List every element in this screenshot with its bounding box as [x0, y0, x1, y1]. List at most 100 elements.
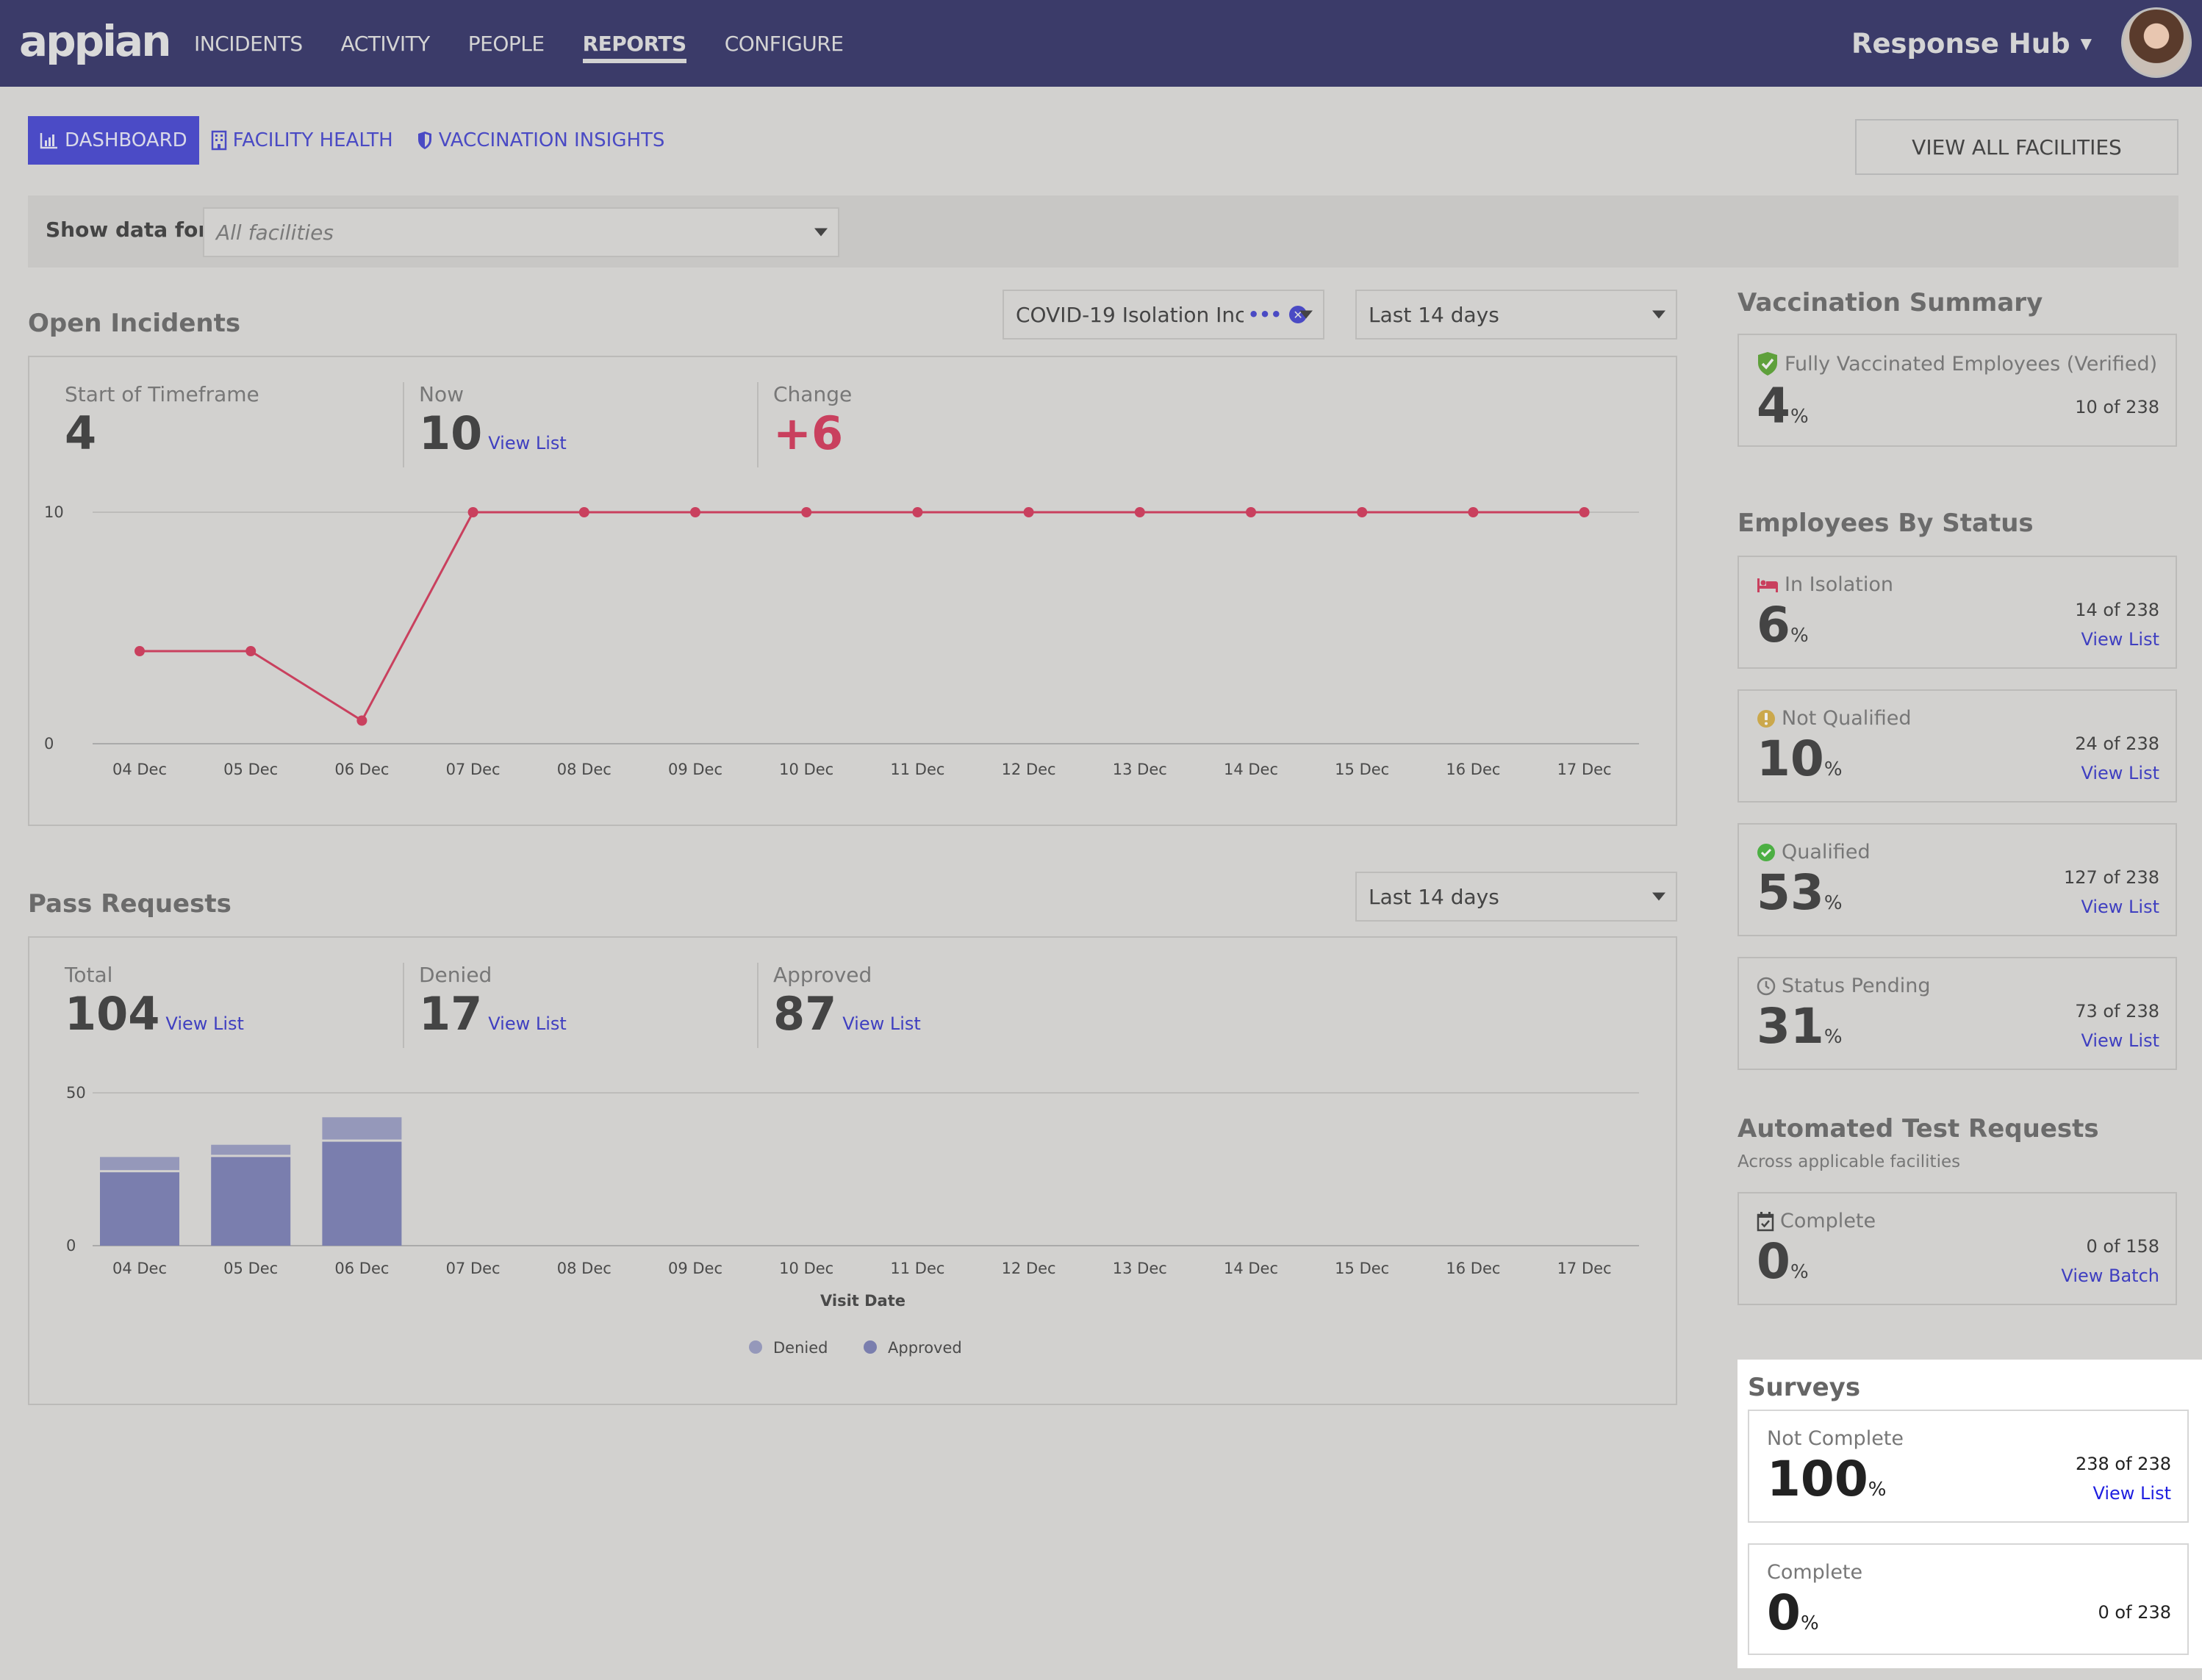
- incident-type-picker[interactable]: COVID-19 Isolation Incid ••• ✕: [1003, 290, 1324, 340]
- status-view-list-link[interactable]: View List: [2081, 897, 2159, 917]
- now-view-list-link[interactable]: View List: [488, 433, 567, 453]
- caret-down-icon: ▼: [2080, 35, 2092, 52]
- incidents-range-dropdown[interactable]: Last 14 days: [1355, 290, 1677, 340]
- data-point: [801, 507, 812, 517]
- clock-icon: [1757, 977, 1776, 995]
- x-tick-label: 14 Dec: [1224, 761, 1278, 778]
- survey-count: 238 of 238: [2075, 1454, 2171, 1474]
- bar-approved: [211, 1157, 291, 1246]
- incidents-line: [140, 511, 1585, 722]
- dropdown-arrow-icon: [814, 228, 828, 237]
- x-tick-label: 06 Dec: [334, 761, 389, 778]
- status-view-list-link[interactable]: View List: [2081, 629, 2159, 650]
- data-point: [467, 507, 478, 517]
- bar-denied: [211, 1144, 291, 1155]
- metric-denied-value: 17: [419, 987, 483, 1041]
- shield-check-icon: [1758, 352, 1777, 376]
- metric-start: Start of Timeframe 4: [65, 382, 259, 460]
- metric-now-label: Now: [419, 382, 464, 406]
- dropdown-arrow-icon: [1652, 892, 1665, 901]
- main-nav: INCIDENTS ACTIVITY PEOPLE REPORTS CONFIG…: [194, 0, 881, 87]
- x-axis-title: Visit Date: [820, 1292, 905, 1310]
- pass-range-value: Last 14 days: [1369, 884, 1499, 909]
- status-card-in-isolation: In Isolation 6% 14 of 238 View List: [1737, 556, 2177, 669]
- status-view-list-link[interactable]: View List: [2081, 763, 2159, 783]
- facility-dropdown[interactable]: All facilities: [203, 207, 839, 257]
- survey-label: Complete: [1767, 1561, 1863, 1584]
- metric-divider: [403, 382, 404, 467]
- metric-approved: Approved 87 View List: [773, 963, 921, 1041]
- x-tick-label: 04 Dec: [112, 761, 167, 778]
- x-tick-label: 15 Dec: [1335, 1260, 1389, 1277]
- nav-people[interactable]: PEOPLE: [468, 0, 545, 87]
- denied-view-list-link[interactable]: View List: [488, 1013, 567, 1034]
- building-icon: [211, 130, 226, 151]
- metric-denied: Denied 17 View List: [419, 963, 567, 1041]
- status-count: 73 of 238: [2075, 1001, 2159, 1022]
- x-tick-label: 17 Dec: [1557, 1260, 1612, 1277]
- data-point: [690, 507, 700, 517]
- bed-icon: [1757, 578, 1778, 592]
- automated-tests-subtitle: Across applicable facilities: [1737, 1152, 1961, 1171]
- automated-tests-card: Complete 0% 0 of 158 View Batch: [1737, 1192, 2177, 1305]
- tab-facility-health-label: FACILITY HEALTH: [232, 129, 393, 151]
- appian-logo[interactable]: appian: [19, 16, 171, 66]
- user-avatar[interactable]: [2121, 7, 2192, 78]
- approved-view-list-link[interactable]: View List: [842, 1013, 921, 1034]
- legend-marker: [749, 1340, 762, 1354]
- vaccination-count: 10 of 238: [2075, 397, 2159, 417]
- x-tick-label: 06 Dec: [334, 1260, 389, 1277]
- data-point: [1579, 507, 1590, 517]
- x-tick-label: 10 Dec: [779, 761, 833, 778]
- survey-view-list-link[interactable]: View List: [2092, 1483, 2171, 1504]
- nav-reports[interactable]: REPORTS: [582, 0, 686, 87]
- view-all-facilities-button[interactable]: VIEW ALL FACILITIES: [1855, 119, 2178, 175]
- x-tick-label: 08 Dec: [557, 1260, 612, 1277]
- metric-denied-label: Denied: [419, 963, 492, 987]
- test-complete-label: Complete: [1757, 1210, 1876, 1232]
- test-complete-pct: 0%: [1757, 1233, 1809, 1290]
- show-data-for-label: Show data for: [46, 218, 209, 242]
- data-point: [1023, 507, 1034, 517]
- total-view-list-link[interactable]: View List: [165, 1013, 244, 1034]
- x-tick-label: 12 Dec: [1002, 761, 1056, 778]
- view-batch-link[interactable]: View Batch: [2061, 1266, 2159, 1286]
- data-point: [356, 715, 367, 726]
- data-point: [1134, 507, 1145, 517]
- status-pct: 10%: [1757, 730, 1843, 787]
- y-tick-label: 0: [44, 735, 54, 753]
- app-switcher[interactable]: Response Hub ▼: [1851, 0, 2092, 87]
- status-label: Not Qualified: [1757, 707, 1912, 730]
- nav-activity[interactable]: ACTIVITY: [341, 0, 431, 87]
- x-tick-label: 11 Dec: [890, 761, 944, 778]
- data-point: [1357, 507, 1368, 517]
- x-tick-label: 07 Dec: [446, 1260, 501, 1277]
- x-tick-label: 16 Dec: [1446, 761, 1500, 778]
- metric-divider: [403, 963, 404, 1048]
- incident-type-value: COVID-19 Isolation Incid: [1016, 302, 1244, 327]
- automated-tests-title: Automated Test Requests: [1737, 1114, 2099, 1144]
- status-label: Status Pending: [1757, 974, 1931, 997]
- x-tick-label: 14 Dec: [1224, 1260, 1278, 1277]
- legend-label: Denied: [773, 1339, 828, 1357]
- metric-change-value: +6: [773, 406, 844, 460]
- nav-configure[interactable]: CONFIGURE: [725, 0, 844, 87]
- tab-facility-health[interactable]: FACILITY HEALTH: [199, 116, 405, 165]
- metric-change: Change +6: [773, 382, 852, 460]
- status-view-list-link[interactable]: View List: [2081, 1030, 2159, 1051]
- tab-dashboard[interactable]: DASHBOARD: [28, 116, 199, 165]
- status-card-status-pending: Status Pending 31% 73 of 238 View List: [1737, 957, 2177, 1070]
- vaccination-card: Fully Vaccinated Employees (Verified) 4%…: [1737, 334, 2177, 447]
- x-tick-label: 15 Dec: [1335, 761, 1389, 778]
- pass-range-dropdown[interactable]: Last 14 days: [1355, 872, 1677, 922]
- data-point: [578, 507, 589, 517]
- metric-divider: [757, 382, 758, 467]
- x-tick-label: 05 Dec: [223, 1260, 278, 1277]
- bar-denied: [100, 1157, 179, 1171]
- nav-incidents[interactable]: INCIDENTS: [194, 0, 303, 87]
- survey-count: 0 of 238: [2098, 1602, 2171, 1623]
- metric-approved-value: 87: [773, 987, 837, 1041]
- y-tick-label: 10: [44, 503, 64, 521]
- x-tick-label: 09 Dec: [668, 761, 722, 778]
- tab-vaccination-insights[interactable]: VACCINATION INSIGHTS: [405, 116, 677, 165]
